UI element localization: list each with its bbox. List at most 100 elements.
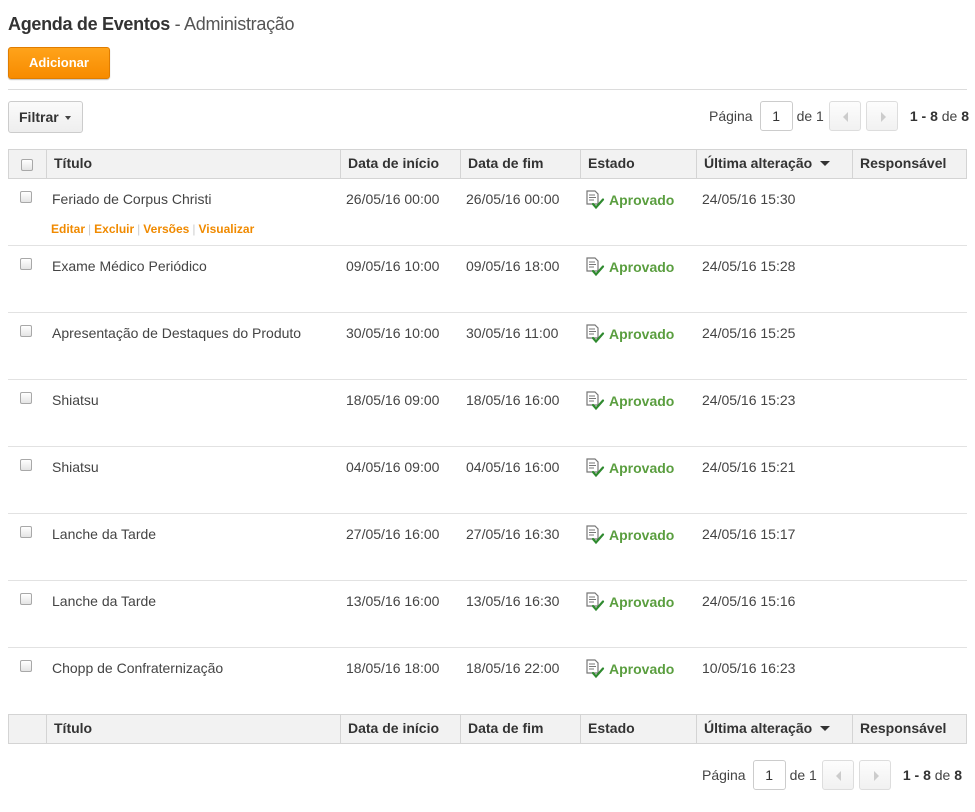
pager-page-label: Página	[702, 767, 746, 783]
row-title[interactable]: Feriado de Corpus Christi	[52, 191, 212, 207]
row-checkbox[interactable]	[20, 593, 32, 605]
pager-range-of: de	[941, 108, 958, 124]
row-end-date: 30/05/16 11:00	[466, 325, 559, 341]
pager-count: 1 - 8 de 8	[910, 108, 969, 124]
row-checkbox[interactable]	[20, 392, 32, 404]
row-end-date: 18/05/16 16:00	[466, 392, 560, 408]
row-start-date: 26/05/16 00:00	[346, 191, 440, 207]
table-row[interactable]: Feriado de Corpus Christi 26/05/16 00:00 2…	[8, 179, 967, 246]
table-row[interactable]: Lanche da Tarde 27/05/16 16:00 27/05/16 16…	[8, 514, 967, 581]
row-status: Aprovado	[585, 257, 674, 277]
row-checkbox[interactable]	[20, 459, 32, 471]
edit-link[interactable]: Editar	[51, 222, 85, 236]
table-row[interactable]: Shiatsu 18/05/16 09:00 18/05/16 16:00 Aprov…	[8, 380, 967, 447]
next-page-button[interactable]	[865, 101, 898, 131]
footer-column-end[interactable]: Data de fim	[460, 715, 580, 743]
row-title[interactable]: Lanche da Tarde	[52, 526, 156, 542]
row-checkbox[interactable]	[20, 191, 32, 203]
row-status: Aprovado	[585, 525, 674, 545]
pager-range: 1 - 8	[909, 108, 938, 124]
row-status: Aprovado	[585, 592, 674, 612]
table-row[interactable]: Chopp de Confraternização 18/05/16 18:00 1…	[8, 648, 967, 715]
column-title[interactable]: Título	[46, 150, 340, 178]
table-footer-header: Título Data de início Data de fim Estado…	[8, 714, 967, 744]
footer-column-modified[interactable]: Última alteração	[696, 715, 852, 743]
table-row[interactable]: Exame Médico Periódico 09/05/16 10:00 09/0…	[8, 246, 967, 313]
row-start-date: 04/05/16 09:00	[346, 459, 440, 475]
row-end-date: 18/05/16 22:00	[466, 660, 560, 676]
row-status: Aprovado	[585, 458, 674, 478]
filter-label: Filtrar	[19, 109, 59, 125]
footer-select-cell	[9, 715, 46, 743]
next-page-button[interactable]	[858, 760, 891, 790]
approved-doc-icon	[586, 659, 605, 679]
table-row[interactable]: Apresentação de Destaques do Produto 30/0…	[8, 313, 967, 380]
row-modified: 24/05/16 15:16	[702, 593, 796, 609]
row-start-date: 09/05/16 10:00	[346, 258, 440, 274]
row-title[interactable]: Apresentação de Destaques do Produto	[52, 325, 301, 341]
add-button[interactable]: Adicionar	[8, 47, 110, 79]
column-end[interactable]: Data de fim	[460, 150, 580, 178]
row-actions: Editar | Excluir | Versões | Visualizar	[51, 222, 255, 236]
delete-link[interactable]: Excluir	[94, 222, 134, 236]
row-modified: 10/05/16 16:23	[702, 660, 796, 676]
row-start-date: 30/05/16 10:00	[346, 325, 440, 341]
row-modified: 24/05/16 15:25	[702, 325, 796, 341]
row-status: Aprovado	[585, 391, 674, 411]
row-end-date: 27/05/16 16:30	[466, 526, 560, 542]
row-title[interactable]: Chopp de Confraternização	[52, 660, 223, 676]
row-status-label: Aprovado	[609, 259, 675, 275]
arrow-left-icon	[842, 112, 848, 122]
table-header: Título Data de início Data de fim Estado…	[8, 149, 967, 179]
page-number-input[interactable]: 1	[752, 760, 786, 790]
pager-total: 8	[954, 767, 963, 783]
row-status-label: Aprovado	[609, 527, 675, 543]
versions-link[interactable]: Versões	[143, 222, 189, 236]
approved-doc-icon	[586, 324, 605, 344]
footer-column-owner[interactable]: Responsável	[852, 715, 966, 743]
row-end-date: 13/05/16 16:30	[466, 593, 560, 609]
pager-range: 1 - 8	[902, 767, 931, 783]
row-status-label: Aprovado	[609, 460, 675, 476]
pager-of-label: de 1	[796, 108, 824, 124]
row-status-label: Aprovado	[609, 594, 675, 610]
row-status: Aprovado	[585, 659, 674, 679]
row-modified: 24/05/16 15:23	[702, 392, 796, 408]
footer-column-start[interactable]: Data de início	[340, 715, 460, 743]
table-row[interactable]: Shiatsu 04/05/16 09:00 04/05/16 16:00 Aprov…	[8, 447, 967, 514]
approved-doc-icon	[586, 592, 605, 612]
row-start-date: 18/05/16 18:00	[346, 660, 440, 676]
row-checkbox[interactable]	[20, 258, 32, 270]
column-owner[interactable]: Responsável	[852, 150, 966, 178]
footer-column-title[interactable]: Título	[46, 715, 340, 743]
row-status-label: Aprovado	[609, 393, 675, 409]
row-title[interactable]: Shiatsu	[52, 392, 99, 408]
row-title[interactable]: Shiatsu	[52, 459, 99, 475]
column-start[interactable]: Data de início	[340, 150, 460, 178]
row-checkbox[interactable]	[20, 660, 32, 672]
row-title[interactable]: Exame Médico Periódico	[52, 258, 207, 274]
row-title[interactable]: Lanche da Tarde	[52, 593, 156, 609]
footer-column-state[interactable]: Estado	[580, 715, 696, 743]
row-status: Aprovado	[585, 324, 674, 344]
filter-button[interactable]: Filtrar	[8, 101, 83, 133]
sort-down-icon	[820, 726, 831, 731]
select-all-checkbox[interactable]	[21, 159, 33, 171]
pager-range-of: de	[934, 767, 951, 783]
previous-page-button[interactable]	[821, 760, 854, 790]
view-link[interactable]: Visualizar	[198, 222, 254, 236]
pager-bottom: Página 1 de 1 1 - 8 de 8	[702, 760, 962, 790]
row-start-date: 27/05/16 16:00	[346, 526, 440, 542]
row-start-date: 13/05/16 16:00	[346, 593, 440, 609]
arrow-right-icon	[873, 771, 879, 781]
approved-doc-icon	[586, 391, 605, 411]
column-state[interactable]: Estado	[580, 150, 696, 178]
column-modified[interactable]: Última alteração	[696, 150, 852, 178]
page-title-main: Agenda de Eventos	[8, 14, 170, 34]
previous-page-button[interactable]	[828, 101, 861, 131]
page-number-input[interactable]: 1	[759, 101, 793, 131]
row-checkbox[interactable]	[20, 325, 32, 337]
row-checkbox[interactable]	[20, 526, 32, 538]
divider	[8, 89, 967, 90]
table-row[interactable]: Lanche da Tarde 13/05/16 16:00 13/05/16 16…	[8, 581, 967, 648]
